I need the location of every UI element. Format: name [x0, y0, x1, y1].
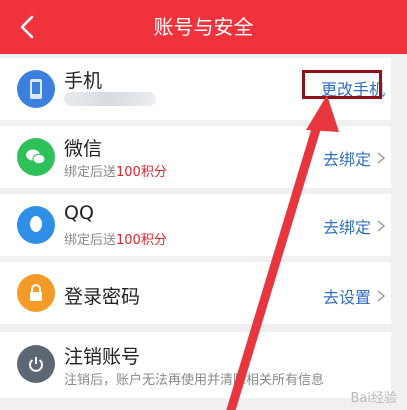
annotation-arrow: [226, 95, 339, 410]
watermark: Bai经验: [350, 391, 398, 406]
